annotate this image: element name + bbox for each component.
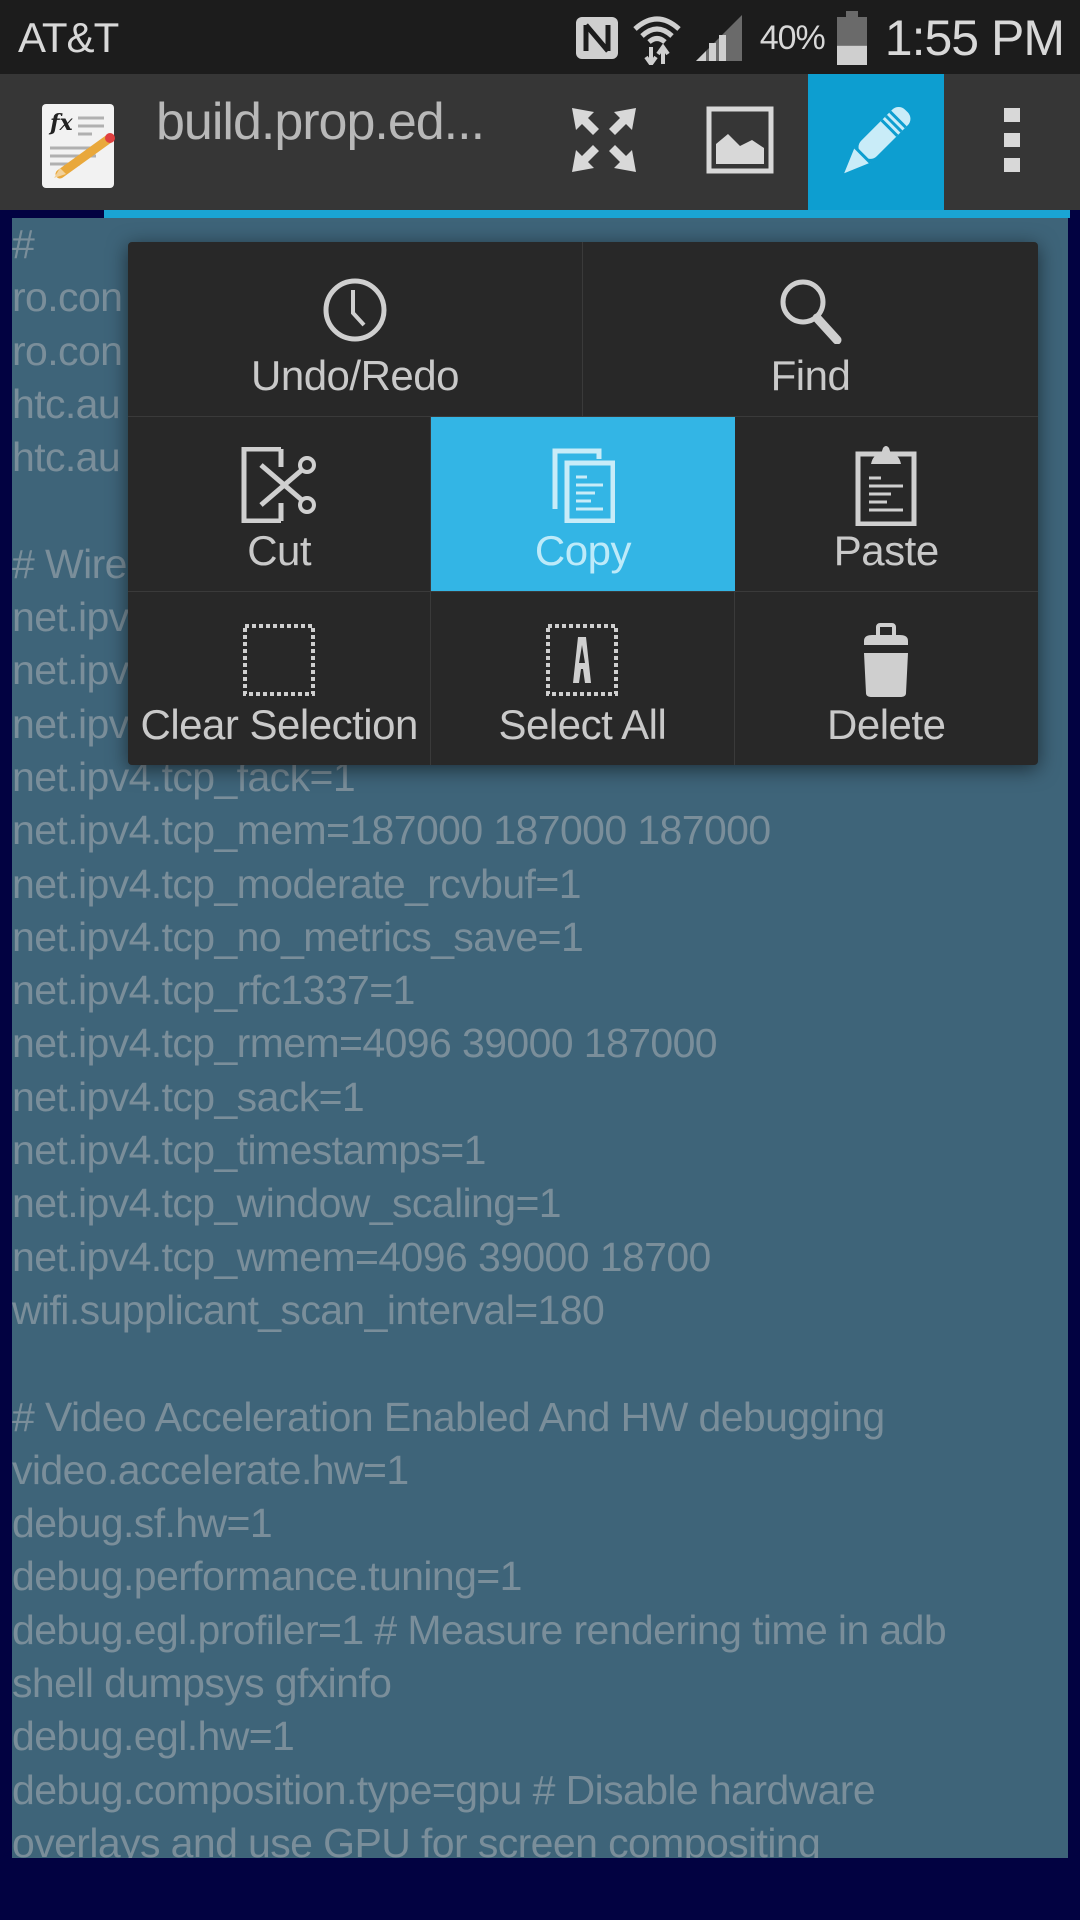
popup-row: Clear Selection Select All Delete bbox=[128, 591, 1038, 765]
edit-mode-button[interactable] bbox=[808, 74, 944, 210]
fullscreen-button[interactable] bbox=[560, 74, 648, 210]
editor-line: net.ipv4.tcp_sack=1 bbox=[12, 1073, 365, 1120]
editor-line: debug.performance.tuning=1 bbox=[12, 1553, 522, 1600]
editor-line: net.ipv4.tcp_no_metrics_save=1 bbox=[12, 913, 584, 960]
paste-button[interactable]: Paste bbox=[735, 417, 1038, 591]
undo-redo-label: Undo/Redo bbox=[251, 352, 459, 399]
document-title: build.prop.ed... bbox=[156, 93, 485, 151]
carrier-label: AT&T bbox=[18, 14, 119, 61]
editor-line: debug.composition.type=gpu # Disable har… bbox=[12, 1766, 876, 1813]
copy-label: Copy bbox=[534, 527, 632, 574]
clear-selection-button[interactable]: Clear Selection bbox=[128, 592, 432, 765]
fullscreen-icon bbox=[572, 107, 636, 177]
clock: 1:55 PM bbox=[884, 10, 1065, 66]
popup-row: Undo/Redo Find bbox=[128, 242, 1038, 416]
image-button[interactable] bbox=[696, 74, 784, 210]
status-icons: 40% 1:55 PM bbox=[574, 8, 1065, 68]
overflow-menu-icon bbox=[1002, 107, 1022, 177]
cut-label: Cut bbox=[247, 527, 312, 574]
accent-line-gap bbox=[0, 210, 104, 218]
editor-line: debug.sf.hw=1 bbox=[12, 1500, 273, 1547]
undo-redo-button[interactable]: Undo/Redo bbox=[128, 242, 583, 416]
popup-row: Cut Copy Paste bbox=[128, 416, 1038, 591]
editor-line: net.ipv4.tcp_rfc1337=1 bbox=[12, 967, 415, 1014]
editor-line: wifi.supplicant_scan_interval=180 bbox=[12, 1286, 605, 1333]
pencil-icon bbox=[836, 100, 916, 185]
wifi-icon bbox=[632, 11, 682, 65]
battery-percent: 40% bbox=[759, 18, 826, 57]
editor-line: overlays and use GPU for screen composit… bbox=[12, 1819, 821, 1858]
svg-text:fx: fx bbox=[48, 110, 73, 136]
editor-line: net.ipv4.tcp_rmem=4096 39000 187000 bbox=[12, 1020, 718, 1067]
nfc-icon bbox=[574, 15, 620, 61]
editor-line: net.ipv4.tcp_window_scaling=1 bbox=[12, 1180, 562, 1227]
signal-icon bbox=[694, 13, 744, 63]
action-bar-accent-line bbox=[104, 210, 1070, 218]
copy-icon bbox=[551, 443, 615, 527]
clear-selection-label: Clear Selection bbox=[140, 701, 418, 748]
delete-icon bbox=[860, 618, 912, 702]
editor-line: debug.egl.profiler=1 # Measure rendering… bbox=[12, 1606, 947, 1653]
clear-selection-icon bbox=[242, 618, 316, 702]
editor-line: net.ipv4.tcp_timestamps=1 bbox=[12, 1127, 486, 1174]
delete-button[interactable]: Delete bbox=[735, 592, 1038, 765]
cut-button[interactable]: Cut bbox=[128, 417, 432, 591]
delete-label: Delete bbox=[827, 701, 946, 748]
overflow-menu-button[interactable] bbox=[976, 74, 1048, 210]
select-all-label: Select All bbox=[498, 701, 667, 748]
editor-line: debug.egl.hw=1 bbox=[12, 1713, 295, 1760]
editor-line: shell dumpsys gfxinfo bbox=[12, 1660, 392, 1707]
editor-line: video.accelerate.hw=1 bbox=[12, 1446, 409, 1493]
paste-label: Paste bbox=[833, 527, 939, 574]
history-icon bbox=[322, 268, 388, 352]
select-all-button[interactable]: Select All bbox=[431, 592, 735, 765]
status-bar: AT&T 40% 1:55 PM bbox=[0, 0, 1080, 74]
find-label: Find bbox=[770, 352, 851, 399]
action-bar: fx build.prop.ed... bbox=[0, 74, 1080, 210]
editor-line: net.ipv4.tcp_wmem=4096 39000 18700 bbox=[12, 1233, 711, 1280]
editor-line: # Video Acceleration Enabled And HW debu… bbox=[12, 1393, 885, 1440]
paste-icon bbox=[855, 443, 917, 527]
battery-icon bbox=[836, 11, 867, 65]
editor-line: net.ipv4.tcp_moderate_rcvbuf=1 bbox=[12, 860, 582, 907]
select-all-icon bbox=[545, 618, 619, 702]
text-selection-popup: Undo/Redo Find Cut Copy Paste Clear Sele… bbox=[128, 242, 1038, 765]
copy-button[interactable]: Copy bbox=[431, 417, 735, 591]
find-button[interactable]: Find bbox=[583, 242, 1038, 416]
cut-icon bbox=[241, 443, 317, 527]
editor-line: net.ipv4.tcp_mem=187000 187000 187000 bbox=[12, 807, 771, 854]
text-editor-app-icon[interactable]: fx bbox=[40, 102, 116, 190]
search-icon bbox=[777, 268, 845, 352]
image-icon bbox=[706, 106, 774, 179]
